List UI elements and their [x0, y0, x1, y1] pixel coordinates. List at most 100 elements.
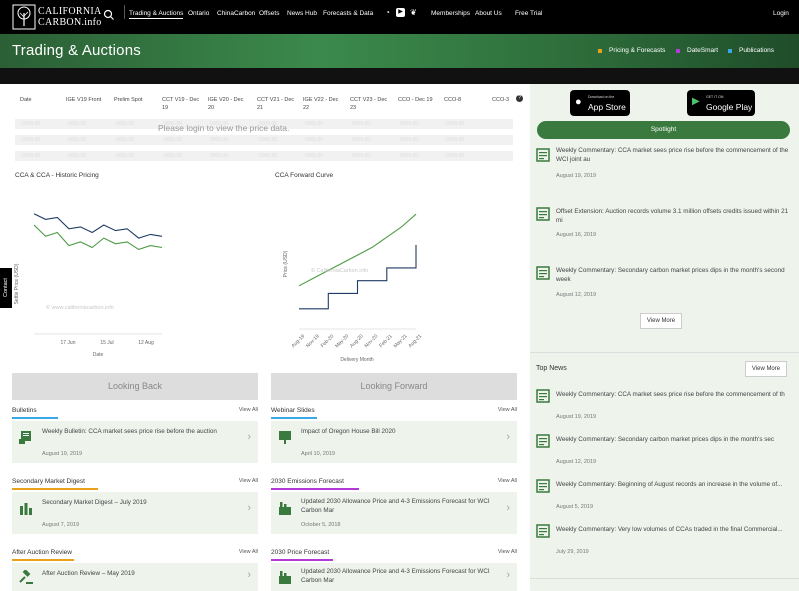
store-caption: Download on the: [588, 95, 615, 99]
login-link[interactable]: Login: [773, 10, 789, 17]
main-content: Date IGE V19 Front Prelim Spot CCT V19 -…: [12, 89, 526, 591]
table-cell: 0000.00: [259, 153, 278, 159]
divider: [530, 578, 799, 579]
bulletin-icon: [19, 431, 31, 444]
view-all-link[interactable]: View All: [498, 549, 517, 555]
nav-free-trial[interactable]: Free Trial: [515, 10, 542, 17]
banner-link-publications[interactable]: Publications: [728, 47, 774, 54]
store-name: Google Play: [706, 102, 753, 112]
x-tick-label: Feb-20: [320, 333, 336, 349]
spotlight-item[interactable]: Offset Extension: Auction records volume…: [530, 205, 799, 247]
nav-trading-auctions[interactable]: Trading & Auctions: [129, 10, 184, 19]
google-play-button[interactable]: ▶ GET IT ON Google Play: [687, 90, 755, 116]
list-item[interactable]: Updated 2030 Allowance Price and 4-3 Emi…: [271, 492, 517, 534]
bullet-icon: [598, 48, 602, 53]
view-all-link[interactable]: View All: [498, 478, 517, 484]
rss-icon[interactable]: ◔: [383, 8, 392, 17]
nav-news-hub[interactable]: News Hub: [287, 10, 317, 17]
table-cell: 0000.00: [400, 137, 419, 143]
col-header: CCO - Dec 19: [398, 97, 433, 103]
section-underline: [12, 559, 74, 561]
table-cell: 0000.00: [352, 121, 371, 127]
item-title[interactable]: Updated 2030 Allowance Price and 4-3 Emi…: [301, 567, 491, 585]
nav-divider: [124, 5, 125, 19]
chevron-right-icon[interactable]: ›: [247, 502, 251, 514]
site-logo[interactable]: CALIFORNIA CARBON.info: [12, 3, 102, 31]
spotlight-item[interactable]: Weekly Commentary: Secondary carbon mark…: [530, 264, 799, 306]
news-icon: [536, 389, 550, 403]
item-title[interactable]: Secondary Market Digest – July 2019: [42, 498, 232, 507]
banner-link-label: Pricing & Forecasts: [609, 47, 666, 54]
section-underline: [271, 417, 317, 419]
youtube-icon[interactable]: ▶: [396, 8, 405, 17]
list-item[interactable]: After Auction Review – May 2019 ›: [12, 563, 258, 591]
view-all-link[interactable]: View All: [239, 478, 258, 484]
item-title[interactable]: Offset Extension: Auction records volume…: [556, 207, 794, 225]
view-all-link[interactable]: View All: [239, 549, 258, 555]
looking-back-button[interactable]: Looking Back: [12, 373, 258, 400]
chevron-right-icon[interactable]: ›: [506, 431, 510, 443]
top-news-item[interactable]: Weekly Commentary: Beginning of August r…: [530, 477, 799, 517]
item-title[interactable]: Weekly Commentary: CCA market sees price…: [556, 390, 794, 399]
table-cell: 0000.00: [259, 137, 278, 143]
section-title: Bulletins: [12, 407, 37, 414]
nav-forecasts-data[interactable]: Forecasts & Data: [323, 10, 373, 17]
banner-link-datesmart[interactable]: DateSmart: [676, 47, 718, 54]
twitter-icon[interactable]: ❦: [409, 8, 418, 17]
item-title[interactable]: Updated 2030 Allowance Price and 4-3 Emi…: [301, 497, 491, 515]
play-icon: ▶: [692, 96, 700, 107]
banner-link-label: Publications: [739, 47, 775, 54]
app-store-button[interactable]: ● Download on the App Store: [570, 90, 630, 116]
nav-ontario[interactable]: Ontario: [188, 10, 209, 17]
search-icon[interactable]: [102, 8, 116, 22]
forward-chart-title: CCA Forward Curve: [275, 172, 334, 179]
item-title[interactable]: Weekly Commentary: Beginning of August r…: [556, 480, 794, 489]
view-more-button[interactable]: View More: [640, 313, 682, 329]
list-item[interactable]: Weekly Bulletin: CCA market sees price r…: [12, 421, 258, 463]
list-item[interactable]: Secondary Market Digest – July 2019 Augu…: [12, 492, 258, 534]
nav-memberships[interactable]: Memberships: [431, 10, 470, 17]
x-tick-label: May-20: [334, 333, 350, 349]
item-title[interactable]: After Auction Review – May 2019: [42, 569, 232, 578]
top-news-item[interactable]: Weekly Commentary: Secondary carbon mark…: [530, 432, 799, 472]
chevron-right-icon[interactable]: ›: [506, 569, 510, 581]
spotlight-item[interactable]: Weekly Commentary: CCA market sees price…: [530, 146, 799, 188]
item-date: October 5, 2018: [301, 522, 341, 528]
nav-about-us[interactable]: About Us: [475, 10, 502, 17]
nav-chinacarbon[interactable]: ChinaCarbon: [217, 10, 255, 17]
section-title: Webinar Slides: [271, 407, 315, 414]
chart-watermark: © www.californiacarbon.info: [46, 304, 114, 311]
help-icon[interactable]: ?: [516, 95, 523, 102]
view-more-button[interactable]: View More: [745, 361, 787, 377]
banner-link-pricing[interactable]: Pricing & Forecasts: [598, 47, 665, 54]
item-title[interactable]: Impact of Oregon House Bill 2020: [301, 427, 491, 436]
nav-offsets[interactable]: Offsets: [259, 10, 279, 17]
item-title[interactable]: Weekly Commentary: Very low volumes of C…: [556, 525, 794, 534]
banner-link-label: DateSmart: [687, 47, 719, 54]
item-title[interactable]: Weekly Commentary: Secondary carbon mark…: [556, 435, 794, 444]
item-title[interactable]: Weekly Commentary: CCA market sees price…: [556, 146, 794, 164]
top-news-item[interactable]: Weekly Commentary: CCA market sees price…: [530, 387, 799, 427]
item-date: August 12, 2019: [556, 292, 597, 298]
looking-forward-button[interactable]: Looking Forward: [271, 373, 517, 400]
list-item[interactable]: Impact of Oregon House Bill 2020 April 1…: [271, 421, 517, 463]
x-tick-label: Aug-19: [290, 333, 306, 349]
view-all-link[interactable]: View All: [239, 407, 258, 413]
chevron-right-icon[interactable]: ›: [247, 569, 251, 581]
table-cell: 0000.00: [116, 137, 135, 143]
list-item[interactable]: Updated 2030 Allowance Price and 4-3 Emi…: [271, 563, 517, 591]
item-title[interactable]: Weekly Commentary: Secondary carbon mark…: [556, 266, 794, 284]
section-underline: [271, 488, 359, 490]
view-all-link[interactable]: View All: [498, 407, 517, 413]
logo-text-line2: CARBON.info: [38, 17, 102, 28]
item-title[interactable]: Weekly Bulletin: CCA market sees price r…: [42, 427, 232, 436]
item-date: August 19, 2019: [556, 173, 597, 179]
forward-chart-svg: Price (USD) © CaliforniaCarbon.info Aug-19…: [283, 213, 423, 363]
col-header: CCO-8: [444, 97, 462, 103]
section-underline: [271, 559, 333, 561]
col-header: IGE V22 - Dec 22: [303, 97, 339, 111]
webinar-section: Webinar Slides View All Impact of Oregon…: [271, 407, 517, 467]
chevron-right-icon[interactable]: ›: [247, 431, 251, 443]
top-news-item[interactable]: Weekly Commentary: Very low volumes of C…: [530, 522, 799, 562]
chevron-right-icon[interactable]: ›: [506, 502, 510, 514]
